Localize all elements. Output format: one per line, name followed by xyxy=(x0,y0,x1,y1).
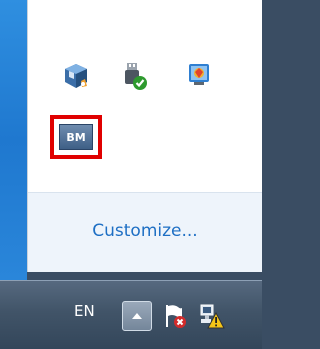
notification-overflow-flyout: BM Customize... xyxy=(27,0,262,272)
customize-section: Customize... xyxy=(28,192,262,272)
customize-link[interactable]: Customize... xyxy=(28,221,262,241)
bm-app-icon[interactable]: BM xyxy=(59,124,93,150)
taskbar: EN xyxy=(0,280,262,349)
language-indicator[interactable]: EN xyxy=(74,302,95,320)
bm-icon-label: BM xyxy=(66,130,86,144)
chevron-up-icon xyxy=(132,313,142,319)
network-share-icon[interactable] xyxy=(183,58,215,90)
action-center-flag-icon[interactable] xyxy=(160,301,190,331)
safely-remove-hardware-icon[interactable] xyxy=(117,60,149,92)
show-hidden-icons-button[interactable] xyxy=(122,301,152,331)
network-warning-icon[interactable] xyxy=(196,301,226,331)
desktop-background xyxy=(0,0,27,280)
tray-icon-area: BM xyxy=(28,0,262,192)
virtualbox-icon[interactable] xyxy=(60,60,92,92)
